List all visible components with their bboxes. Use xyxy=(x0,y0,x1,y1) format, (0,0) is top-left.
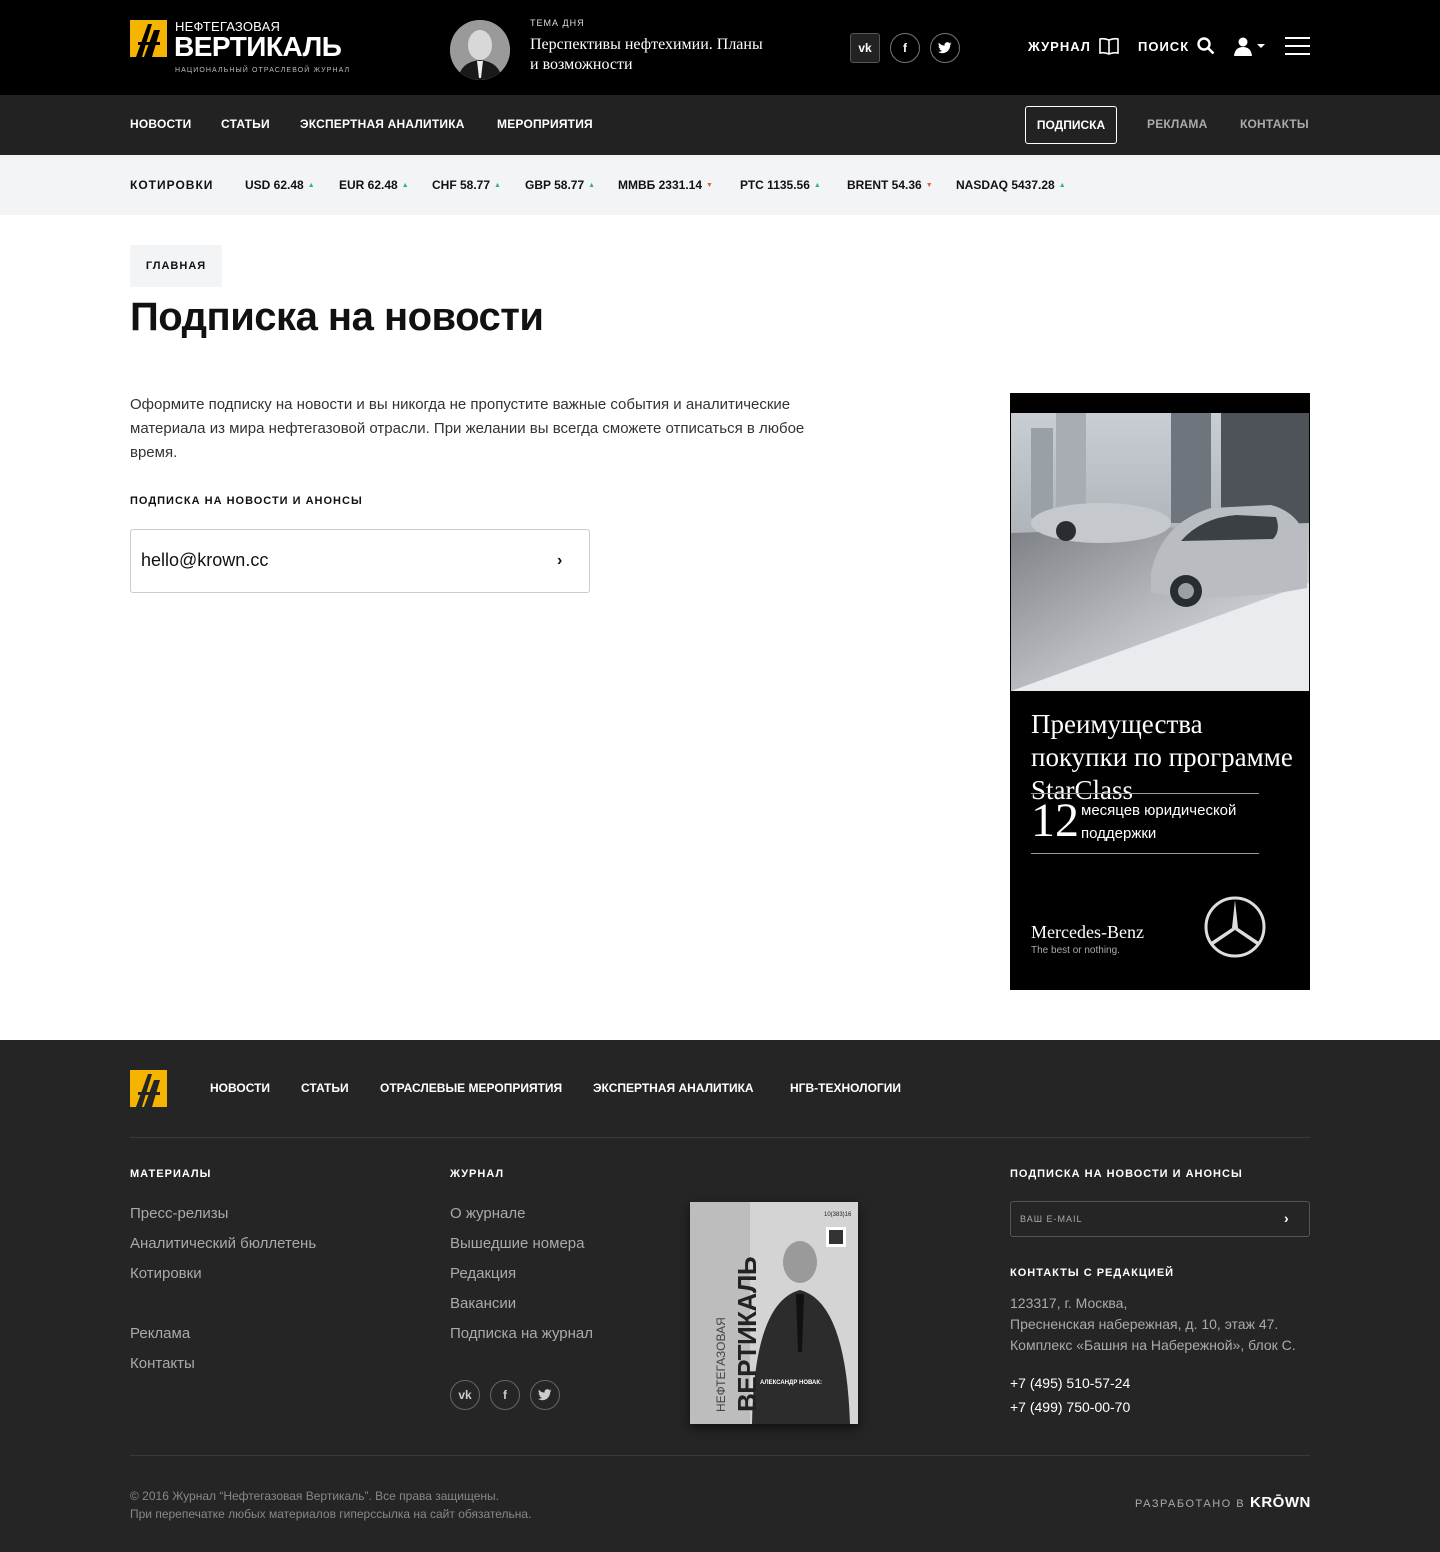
intro-text: Оформите подписку на новости и вы никогд… xyxy=(130,396,805,461)
ad-banner[interactable]: Преимущества покупки по программе StarCl… xyxy=(1010,393,1310,990)
footer-logo-icon[interactable] xyxy=(130,1070,167,1107)
footer-link-ads[interactable]: Реклама xyxy=(130,1325,190,1342)
email-field[interactable]: hello@krown.cc › xyxy=(130,529,590,593)
quotes-bar: КОТИРОВКИ USD 62.48 ▲ EUR 62.48 ▲ CHF 58.7… xyxy=(0,155,1440,215)
quote-item[interactable]: BRENT 54.36 ▼ xyxy=(847,178,933,192)
footer-link-contacts[interactable]: Контакты xyxy=(130,1355,195,1372)
footer-nav-analytics[interactable]: ЭКСПЕРТНАЯ АНАЛИТИКА xyxy=(593,1081,754,1095)
quote-item[interactable]: CHF 58.77 ▲ xyxy=(432,178,501,192)
trend-down-icon: ▼ xyxy=(706,182,713,189)
footer-nav-news[interactable]: НОВОСТИ xyxy=(210,1081,270,1095)
quote-item[interactable]: GBP 58.77 ▲ xyxy=(525,178,595,192)
materials-title: МАТЕРИАЛЫ xyxy=(130,1168,212,1180)
footer-link-journal-subscribe[interactable]: Подписка на журнал xyxy=(450,1325,593,1342)
developer-logo[interactable]: KRŌWN xyxy=(1250,1494,1311,1511)
cover-subtitle: НЕФТЕГАЗОВАЯ xyxy=(714,1317,728,1412)
footer-link-bulletin[interactable]: Аналитический бюллетень xyxy=(130,1235,316,1252)
chevron-right-icon[interactable]: › xyxy=(557,552,562,570)
developed-by-label: РАЗРАБОТАНО В xyxy=(1135,1498,1246,1510)
nav-item-news[interactable]: НОВОСТИ xyxy=(130,117,191,131)
site-footer: НОВОСТИ СТАТЬИ ОТРАСЛЕВЫЕ МЕРОПРИЯТИЯ ЭК… xyxy=(0,1040,1440,1552)
footer-link-issues[interactable]: Вышедшие номера xyxy=(450,1235,584,1252)
quotes-label: КОТИРОВКИ xyxy=(130,178,214,192)
quote-item[interactable]: EUR 62.48 ▲ xyxy=(339,178,409,192)
main-nav: НОВОСТИ СТАТЬИ ЭКСПЕРТНАЯ АНАЛИТИКА МЕРО… xyxy=(0,95,1440,155)
mercedes-star-icon xyxy=(1204,896,1266,958)
contact-phone[interactable]: +7 (499) 750-00-70 xyxy=(1010,1399,1130,1415)
top-header: НЕФТЕГАЗОВАЯ ВЕРТИКАЛЬ НАЦИОНАЛЬНЫЙ ОТРА… xyxy=(0,0,1440,95)
quote-item[interactable]: USD 62.48 ▲ xyxy=(245,178,315,192)
twitter-icon[interactable] xyxy=(530,1380,560,1410)
nav-item-events[interactable]: МЕРОПРИЯТИЯ xyxy=(497,117,593,131)
logo-mark-icon xyxy=(130,20,167,57)
quote-item[interactable]: РТС 1135.56 ▲ xyxy=(740,178,821,192)
cover-title: ВЕРТИКАЛЬ xyxy=(732,1256,762,1412)
page-title: Подписка на новости xyxy=(130,295,544,339)
trend-up-icon: ▲ xyxy=(588,182,596,189)
nav-item-contacts[interactable]: КОНТАКТЫ xyxy=(1240,117,1309,131)
trend-up-icon: ▲ xyxy=(307,182,315,189)
ad-number-text: месяцев юридической поддержки xyxy=(1081,802,1237,842)
footer-link-vacancies[interactable]: Вакансии xyxy=(450,1295,516,1312)
trend-up-icon: ▲ xyxy=(401,182,409,189)
contact-phone[interactable]: +7 (495) 510-57-24 xyxy=(1010,1375,1130,1391)
cover-person: АЛЕКСАНДР НОВАК: xyxy=(760,1380,823,1386)
chevron-right-icon[interactable]: › xyxy=(1284,1210,1289,1226)
theme-avatar[interactable] xyxy=(450,20,510,80)
search-link[interactable]: ПОИСК xyxy=(1138,39,1189,54)
footer-divider xyxy=(130,1137,1310,1138)
person-portrait-icon xyxy=(450,20,510,80)
footer-nav-tech[interactable]: НГВ-ТЕХНОЛОГИИ xyxy=(790,1081,901,1095)
journal-link[interactable]: ЖУРНАЛ xyxy=(1028,39,1091,54)
vk-icon[interactable]: vk xyxy=(850,33,880,63)
user-menu-icon[interactable] xyxy=(1234,37,1266,57)
footer-email-placeholder[interactable]: ВАШ E-MAIL xyxy=(1020,1214,1082,1224)
logo-sub-text: НАЦИОНАЛЬНЫЙ ОТРАСЛЕВОЙ ЖУРНАЛ xyxy=(175,67,351,74)
nav-item-articles[interactable]: СТАТЬИ xyxy=(221,117,270,131)
copyright-text: © 2016 Журнал “Нефтегазовая Вертикаль”. … xyxy=(130,1489,532,1521)
contacts-address: 123317, г. Москва, Пресненская набережна… xyxy=(1010,1295,1296,1353)
logo-main-text: ВЕРТИКАЛЬ xyxy=(174,31,342,62)
footer-divider xyxy=(130,1455,1310,1456)
theme-title-link[interactable]: Перспективы нефтехимии. Планы и возможно… xyxy=(530,35,770,75)
quote-item[interactable]: NASDAQ 5437.28 ▲ xyxy=(956,178,1066,192)
facebook-icon[interactable]: f xyxy=(490,1380,520,1410)
breadcrumb-home[interactable]: ГЛАВНАЯ xyxy=(130,245,222,287)
hamburger-menu-icon[interactable] xyxy=(1285,37,1310,57)
twitter-icon[interactable] xyxy=(930,33,960,63)
ad-brand: Mercedes-Benz xyxy=(1031,922,1144,942)
facebook-icon[interactable]: f xyxy=(890,33,920,63)
ad-number: 12 xyxy=(1031,794,1079,847)
book-icon[interactable] xyxy=(1099,37,1119,55)
footer-email-field[interactable]: ВАШ E-MAIL › xyxy=(1010,1201,1310,1237)
trend-down-icon: ▼ xyxy=(925,182,933,189)
footer-link-quotes[interactable]: Котировки xyxy=(130,1265,202,1282)
trend-up-icon: ▲ xyxy=(813,182,821,189)
quote-item[interactable]: ММВБ 2331.14 ▼ xyxy=(618,178,713,192)
footer-link-about[interactable]: О журнале xyxy=(450,1205,525,1222)
journal-title: ЖУРНАЛ xyxy=(450,1168,505,1180)
footer-link-press[interactable]: Пресс-релизы xyxy=(130,1205,228,1222)
ad-slogan: The best or nothing. xyxy=(1031,945,1120,956)
magazine-cover[interactable]: ВЕРТИКАЛЬ НЕФТЕГАЗОВАЯ 10(383)16 АЛЕКСАН… xyxy=(690,1202,858,1424)
trend-up-icon: ▲ xyxy=(494,182,501,189)
nav-item-analytics[interactable]: ЭКСПЕРТНАЯ АНАЛИТИКА xyxy=(300,117,465,131)
nav-subscribe-button[interactable]: ПОДПИСКА xyxy=(1025,106,1117,144)
site-logo[interactable]: НЕФТЕГАЗОВАЯ ВЕРТИКАЛЬ НАЦИОНАЛЬНЫЙ ОТРА… xyxy=(130,18,360,78)
ad-divider xyxy=(1031,853,1259,854)
subscribe-form-label: ПОДПИСКА НА НОВОСТИ И АНОНСЫ xyxy=(130,495,363,507)
footer-subscribe-title: ПОДПИСКА НА НОВОСТИ И АНОНСЫ xyxy=(1010,1168,1243,1180)
footer-link-editorial[interactable]: Редакция xyxy=(450,1265,516,1282)
vk-icon[interactable]: vk xyxy=(450,1380,480,1410)
footer-nav-events[interactable]: ОТРАСЛЕВЫЕ МЕРОПРИЯТИЯ xyxy=(380,1081,562,1095)
contacts-title: КОНТАКТЫ С РЕДАКЦИЕЙ xyxy=(1010,1267,1175,1279)
footer-nav-articles[interactable]: СТАТЬИ xyxy=(301,1081,349,1095)
email-value[interactable]: hello@krown.cc xyxy=(141,550,268,571)
car-photo xyxy=(1011,413,1309,691)
nav-item-ads[interactable]: РЕКЛАМА xyxy=(1147,117,1207,131)
theme-label: ТЕМА ДНЯ xyxy=(530,18,585,28)
trend-up-icon: ▲ xyxy=(1058,182,1066,189)
search-icon[interactable] xyxy=(1197,37,1215,55)
cover-issue: 10(383)16 xyxy=(824,1212,852,1218)
